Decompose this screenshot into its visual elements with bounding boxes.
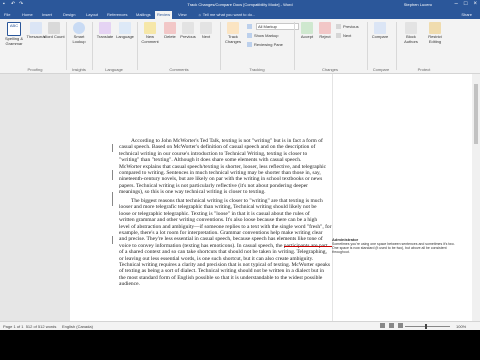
user-name[interactable]: Stephen Lucero xyxy=(404,2,432,7)
zoom-slider[interactable] xyxy=(405,326,450,327)
web-layout-icon[interactable] xyxy=(398,323,403,328)
scrollbar-thumb[interactable] xyxy=(474,84,478,144)
compare-group-label: Compare xyxy=(372,67,390,72)
lightbulb-icon: ☼ xyxy=(198,12,202,17)
letterbox-bar xyxy=(0,330,480,360)
comment-balloon[interactable]: Administrator Sometimes you're using one… xyxy=(332,238,462,268)
markup-area xyxy=(332,74,472,321)
insights-group-label: Insights xyxy=(72,67,86,72)
next-change-button[interactable]: Next xyxy=(336,32,351,38)
accept-icon xyxy=(301,22,313,34)
print-layout-icon[interactable] xyxy=(389,323,394,328)
comment-icon xyxy=(144,22,156,34)
language-group-label: Language xyxy=(105,67,123,72)
tracking-group-label: Tracking xyxy=(249,67,265,72)
next-change-icon xyxy=(336,32,341,38)
word-count-icon xyxy=(48,22,60,34)
reject-button[interactable]: Reject xyxy=(313,20,337,40)
tab-references[interactable]: References xyxy=(105,11,129,19)
previous-change-button[interactable]: Previous xyxy=(336,23,359,29)
language-button[interactable]: Language xyxy=(113,20,137,40)
maximize-icon[interactable]: □ xyxy=(464,1,468,8)
ribbon-tabs: File Home Insert Design Layout Reference… xyxy=(0,10,480,19)
abc-icon: ABC xyxy=(7,22,21,36)
show-markup-icon xyxy=(247,32,252,38)
page-indicator[interactable]: Page 1 of 1 512 of 512 words xyxy=(3,324,56,329)
comment-text: Sometimes you're using one space between… xyxy=(332,242,455,254)
window-controls: – □ × xyxy=(455,1,477,8)
next-comment-button[interactable]: Next xyxy=(194,20,218,40)
tab-home[interactable]: Home xyxy=(20,11,35,19)
show-markup-dropdown[interactable]: Show Markup xyxy=(247,32,278,38)
tab-view[interactable]: View xyxy=(176,11,189,19)
block-authors-icon xyxy=(405,22,417,34)
tab-insert[interactable]: Insert xyxy=(40,11,54,19)
group-divider xyxy=(396,22,397,70)
tab-design[interactable]: Design xyxy=(61,11,77,19)
zoom-level[interactable]: 100% xyxy=(456,324,466,329)
reviewing-pane-dropdown[interactable]: Reviewing Pane xyxy=(247,41,283,47)
delete-comment-icon xyxy=(164,22,176,34)
view-buttons xyxy=(380,323,403,328)
spelling-grammar-button[interactable]: ABC Spelling & Grammar xyxy=(2,20,26,46)
status-bar: Page 1 of 1 512 of 512 words English (Ca… xyxy=(0,321,480,330)
comment-connector xyxy=(284,246,332,247)
read-mode-icon[interactable] xyxy=(380,323,385,328)
language-indicator[interactable]: English (Canada) xyxy=(62,324,93,329)
tab-layout[interactable]: Layout xyxy=(84,11,100,19)
close-icon[interactable]: × xyxy=(473,1,477,8)
minimize-icon[interactable]: – xyxy=(455,1,458,8)
zoom-slider-knob[interactable] xyxy=(425,324,427,329)
tab-file[interactable]: File xyxy=(2,11,12,19)
proofing-group-label: Proofing xyxy=(27,67,43,72)
next-icon xyxy=(200,22,212,34)
change-bar xyxy=(112,236,113,244)
lock-icon xyxy=(429,22,441,34)
share-button[interactable]: Share xyxy=(459,11,474,19)
document-area: According to John McWorter's Ted Talk, t… xyxy=(0,74,472,321)
change-bar xyxy=(112,144,113,152)
language-icon xyxy=(119,22,131,34)
previous-icon xyxy=(182,22,194,34)
change-bar xyxy=(112,192,113,206)
block-authors-button[interactable]: Block Authors xyxy=(399,20,423,44)
title-bar: ▪ ↶ ↷ Track Changes/Compare Docs [Compat… xyxy=(0,0,480,10)
comments-group-label: Comments xyxy=(169,67,189,72)
compare-button[interactable]: Compare xyxy=(368,20,392,40)
tab-review[interactable]: Review xyxy=(155,11,173,19)
protect-group-label: Protect xyxy=(417,67,431,72)
word-count-button[interactable]: Word Count xyxy=(42,20,66,40)
word-window: ▪ ↶ ↷ Track Changes/Compare Docs [Compat… xyxy=(0,0,480,330)
markup-icon xyxy=(247,23,252,29)
display-for-review-dropdown[interactable]: All Markup xyxy=(247,22,299,30)
smart-lookup-button[interactable]: Smart Lookup xyxy=(67,20,91,44)
tell-me-box[interactable]: ☼ Tell me what you want to do... xyxy=(196,11,257,19)
vertical-scrollbar[interactable] xyxy=(472,74,480,321)
change-bar xyxy=(112,170,113,180)
reviewing-pane-icon xyxy=(247,41,252,47)
previous-change-icon xyxy=(336,23,341,29)
search-icon xyxy=(73,22,85,34)
paragraph-1: According to John McWorter's Ted Talk, t… xyxy=(119,138,327,196)
restrict-editing-button[interactable]: Restrict Editing xyxy=(423,20,447,44)
tab-mailings[interactable]: Mailings xyxy=(134,11,153,19)
track-changes-icon xyxy=(227,22,239,34)
compare-icon xyxy=(374,22,386,34)
changes-group-label: Changes xyxy=(321,67,338,72)
ribbon: ABC Spelling & Grammar Thesaurus Word Co… xyxy=(0,19,480,74)
paragraph-2: The biggest reasons that technical writi… xyxy=(119,198,332,288)
track-changes-button[interactable]: Track Changes xyxy=(221,20,245,44)
translate-icon xyxy=(99,22,111,34)
reject-icon xyxy=(319,22,331,34)
book-icon xyxy=(30,22,42,34)
